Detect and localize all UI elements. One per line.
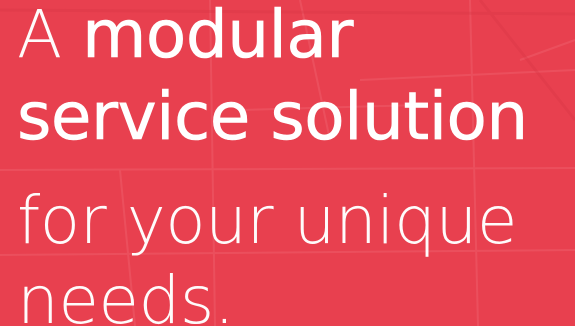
headline-line-4: needs. <box>17 262 235 326</box>
headline-line-2: service solution <box>17 78 529 155</box>
headline-word-modular: modular <box>82 0 354 73</box>
headline-line-1: A modular <box>17 1 354 68</box>
headline-word-a: A <box>17 0 62 73</box>
headline-line-3: for your unique <box>17 182 517 259</box>
